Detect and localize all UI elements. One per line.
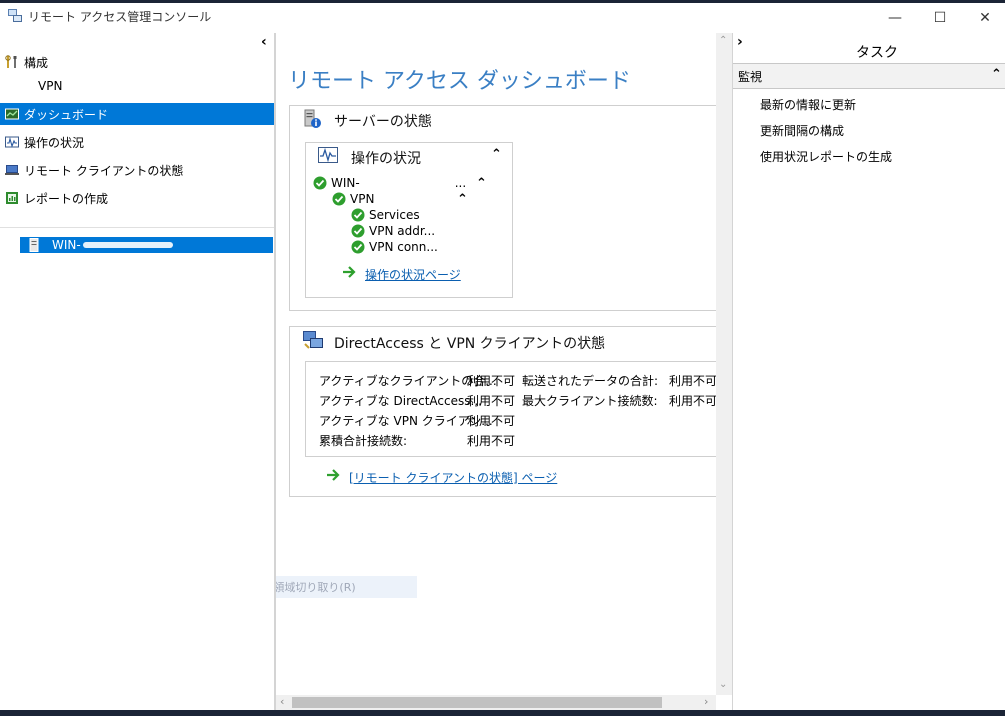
nav-item-operations-status[interactable]: 操作の状況 bbox=[0, 131, 274, 153]
dashboard-icon bbox=[5, 108, 19, 120]
operations-status-panel-icon bbox=[318, 147, 338, 163]
vpn-tree-node-label: VPN bbox=[350, 192, 375, 206]
ok-status-icon bbox=[332, 192, 346, 206]
nav-item-reports[interactable]: レポートの作成 bbox=[0, 187, 274, 209]
stat-label-max-connections: 最大クライアント接続数: bbox=[522, 394, 658, 408]
nav-divider bbox=[0, 227, 274, 228]
arrow-right-icon bbox=[343, 266, 356, 278]
stat-label-total-data: 転送されたデータの合計: bbox=[522, 374, 659, 388]
minimize-icon: — bbox=[888, 10, 902, 26]
collapse-operations-panel-button[interactable]: ⌃ bbox=[491, 147, 502, 162]
arrow-right-icon bbox=[327, 469, 340, 481]
stat-label-cumulative-connections: 累積合計接続数: bbox=[319, 434, 408, 448]
nav-item-remote-client-status-label: リモート クライアントの状態 bbox=[24, 163, 184, 178]
chevron-up-icon[interactable]: ⌃ bbox=[991, 67, 1002, 82]
maximize-icon: ☐ bbox=[933, 10, 947, 26]
tree-child-vpn-addr[interactable]: VPN addr... bbox=[351, 224, 435, 238]
server-tree-node-suffix: ... bbox=[454, 176, 467, 190]
ok-status-icon bbox=[313, 176, 327, 190]
stat-value-active-clients: 利用不可 bbox=[467, 374, 516, 388]
monitoring-section-header[interactable]: 監視 ⌃ bbox=[733, 63, 1005, 89]
task-refresh[interactable]: 最新の情報に更新 bbox=[760, 96, 856, 113]
server-name: WIN- bbox=[52, 238, 81, 252]
stat-value-max-connections: 利用不可 bbox=[669, 394, 716, 408]
nav-vpn-label: VPN bbox=[38, 79, 63, 93]
server-status-title: サーバーの状態 bbox=[334, 114, 432, 130]
stat-value-active-vpn: 利用不可 bbox=[467, 414, 516, 428]
nav-config[interactable]: 構成 bbox=[0, 51, 274, 73]
stat-value-cumulative-connections: 利用不可 bbox=[467, 434, 516, 448]
ghost-context-menu-item: ■ 四角形の領域切り取り(R) bbox=[276, 576, 417, 598]
client-stats-panel: アクティブなクライアントの合... 利用不可 アクティブな DirectAcce… bbox=[305, 361, 716, 457]
remote-access-app-icon bbox=[8, 9, 22, 22]
page-title: リモート アクセス ダッシュボード bbox=[288, 69, 631, 94]
scroll-down-icon[interactable]: ⌄ bbox=[719, 679, 727, 690]
tree-child-label: VPN conn... bbox=[369, 240, 438, 254]
stat-value-total-data: 利用不可 bbox=[669, 374, 716, 388]
scroll-up-icon[interactable]: ⌃ bbox=[719, 35, 727, 46]
vertical-scrollbar[interactable]: ⌃ ⌄ bbox=[716, 33, 732, 695]
nav-item-dashboard-label: ダッシュボード bbox=[24, 107, 109, 122]
collapse-tasks-pane-button[interactable]: › bbox=[737, 34, 743, 50]
ok-status-icon bbox=[351, 240, 365, 254]
nav-item-reports-label: レポートの作成 bbox=[24, 191, 109, 206]
tree-child-label: Services bbox=[369, 208, 420, 222]
redacted-mark bbox=[82, 242, 173, 248]
scroll-right-icon[interactable]: › bbox=[704, 695, 708, 708]
report-icon bbox=[6, 192, 18, 204]
server-icon bbox=[29, 238, 39, 252]
ghost-menu-label: 四角形の領域切り取り(R) bbox=[276, 581, 356, 594]
collapse-server-node-button[interactable]: ⌃ bbox=[476, 176, 487, 191]
horizontal-scroll-thumb[interactable] bbox=[292, 697, 662, 708]
maximize-button[interactable]: ☐ bbox=[917, 3, 963, 33]
server-info-icon bbox=[304, 109, 321, 128]
right-splitter[interactable] bbox=[732, 33, 733, 710]
task-configure-refresh-interval[interactable]: 更新間隔の構成 bbox=[760, 122, 844, 139]
tasks-title: タスク bbox=[856, 45, 898, 61]
collapse-left-pane-button[interactable]: ‹ bbox=[261, 34, 267, 50]
scroll-left-icon[interactable]: ‹ bbox=[280, 695, 284, 708]
horizontal-scrollbar[interactable]: ‹ › bbox=[276, 695, 716, 710]
stat-label-active-directaccess: アクティブな DirectAccess... bbox=[319, 394, 482, 408]
task-generate-usage-report[interactable]: 使用状況レポートの生成 bbox=[760, 148, 892, 165]
operations-status-icon bbox=[5, 136, 19, 148]
close-icon: ✕ bbox=[979, 10, 991, 26]
monitoring-section-label: 監視 bbox=[738, 70, 763, 84]
directaccess-client-icon bbox=[303, 331, 323, 349]
server-tree-node[interactable]: WIN- ... bbox=[313, 176, 466, 190]
window-bottom-edge bbox=[0, 710, 1005, 716]
tree-child-label: VPN addr... bbox=[369, 224, 436, 238]
nav-item-dashboard[interactable]: ダッシュボード bbox=[0, 103, 274, 125]
client-status-section: DirectAccess と VPN クライアントの状態 アクティブなクライアン… bbox=[289, 326, 716, 497]
operations-status-panel: 操作の状況 ⌃ WIN- ... ⌃ VPN ⌃ Services VPN ad… bbox=[305, 142, 513, 298]
nav-config-label: 構成 bbox=[24, 55, 49, 70]
server-status-section: サーバーの状態 操作の状況 ⌃ WIN- ... ⌃ VPN ⌃ Service… bbox=[289, 105, 716, 311]
remote-client-status-page-link[interactable]: [リモート クライアントの状態] ページ bbox=[349, 469, 557, 486]
server-list-item[interactable]: WIN- bbox=[20, 237, 273, 253]
operations-status-page-link[interactable]: 操作の状況ページ bbox=[365, 266, 461, 283]
server-tree-node-name: WIN- bbox=[331, 176, 360, 190]
window-title: リモート アクセス管理コンソール bbox=[28, 10, 212, 24]
vpn-tree-node[interactable]: VPN bbox=[332, 192, 374, 206]
tools-icon bbox=[5, 55, 17, 68]
tree-child-services[interactable]: Services bbox=[351, 208, 420, 222]
stat-value-active-directaccess: 利用不可 bbox=[467, 394, 516, 408]
ok-status-icon bbox=[351, 224, 365, 238]
operations-status-panel-title: 操作の状況 bbox=[351, 151, 421, 167]
remote-client-icon bbox=[5, 165, 19, 175]
close-button[interactable]: ✕ bbox=[962, 3, 1005, 33]
nav-item-operations-status-label: 操作の状況 bbox=[24, 135, 85, 150]
client-status-title: DirectAccess と VPN クライアントの状態 bbox=[334, 336, 606, 352]
nav-vpn[interactable]: VPN bbox=[0, 75, 274, 97]
tree-child-vpn-conn[interactable]: VPN conn... bbox=[351, 240, 438, 254]
nav-item-remote-client-status[interactable]: リモート クライアントの状態 bbox=[0, 159, 274, 181]
dashboard-content: リモート アクセス ダッシュボード サーバーの状態 操作の状況 ⌃ WIN- .… bbox=[276, 33, 716, 695]
redacted-space bbox=[360, 183, 455, 184]
collapse-vpn-node-button[interactable]: ⌃ bbox=[457, 192, 468, 207]
minimize-button[interactable]: — bbox=[872, 3, 918, 33]
ok-status-icon bbox=[351, 208, 365, 222]
